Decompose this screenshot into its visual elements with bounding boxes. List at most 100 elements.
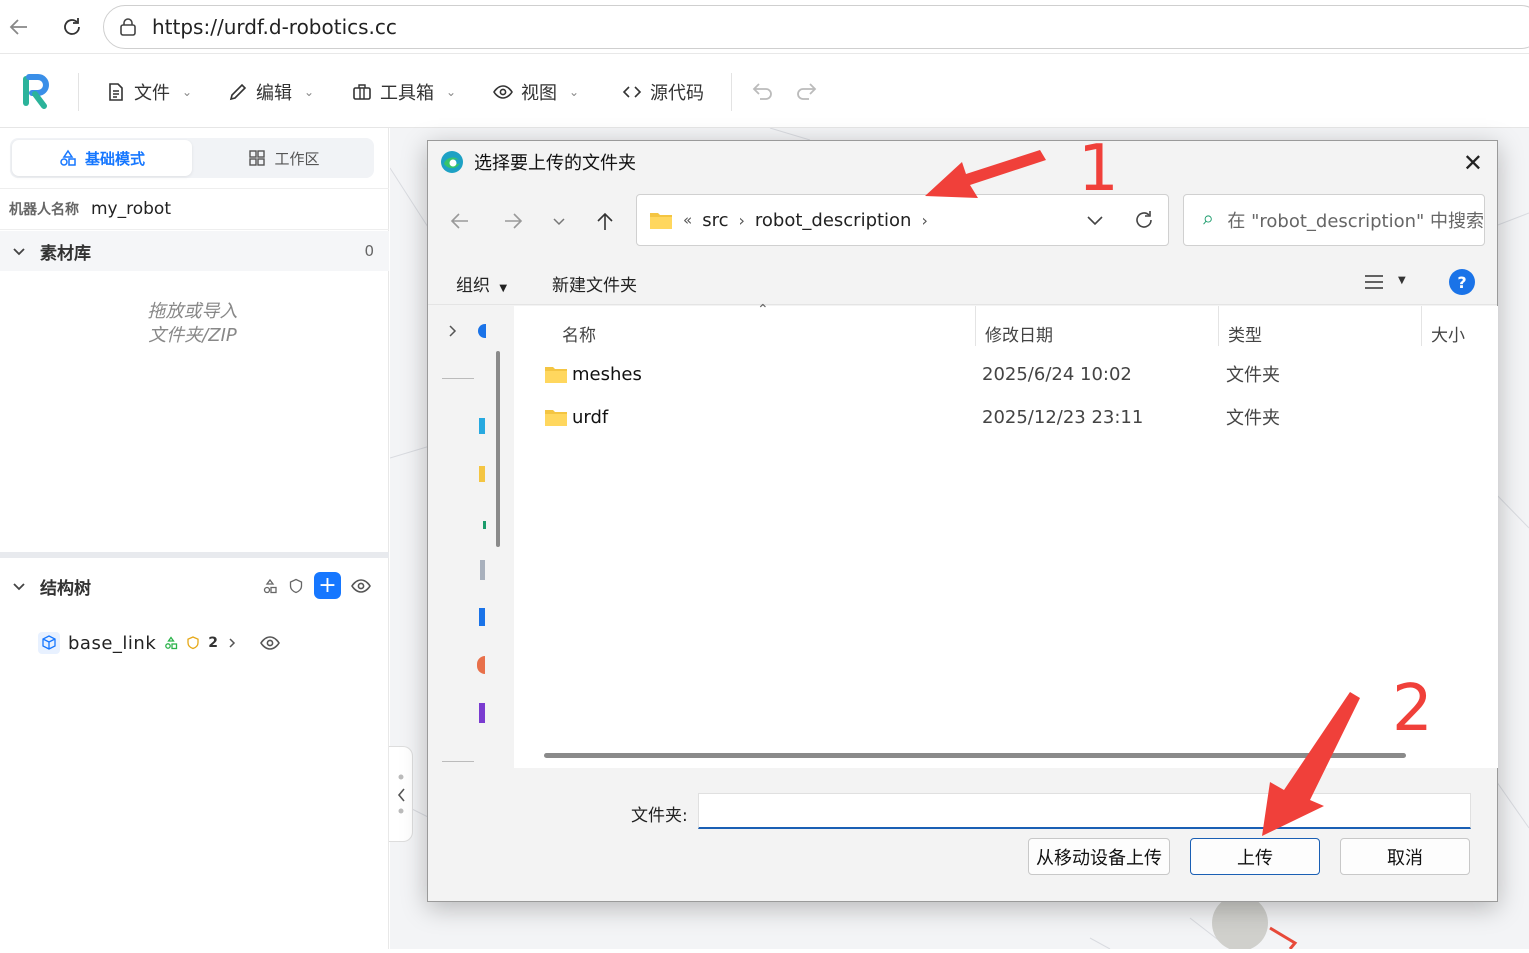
nav-item-icon[interactable]	[477, 656, 485, 674]
breadcrumb-overflow[interactable]: «	[683, 211, 692, 229]
nav-up-button[interactable]	[590, 207, 620, 235]
file-date: 2025/6/24 10:02	[982, 363, 1132, 385]
tree-item-label: base_link	[68, 632, 157, 654]
file-icon	[109, 83, 123, 101]
reload-button[interactable]	[57, 12, 87, 42]
chevron-left-icon	[397, 774, 405, 814]
library-drop-zone[interactable]: 拖放或导入 文件夹/ZIP	[0, 300, 385, 348]
nav-item-icon[interactable]	[480, 560, 485, 580]
folder-name-input[interactable]	[698, 793, 1471, 829]
help-icon[interactable]: ?	[1449, 269, 1475, 295]
file-row[interactable]: urdf 2025/12/23 23:11 文件夹	[544, 399, 1484, 435]
back-button[interactable]	[4, 12, 34, 42]
dialog-title-bar: 选择要上传的文件夹 ✕	[428, 141, 1497, 183]
cube-icon	[38, 632, 60, 654]
library-section-header[interactable]: 素材库 0	[0, 231, 389, 271]
chevron-down-icon: ⌄	[304, 85, 315, 99]
file-type: 文件夹	[1226, 365, 1280, 386]
breadcrumb-robot-description[interactable]: robot_description	[755, 210, 912, 231]
nav-item-icon[interactable]	[479, 608, 485, 626]
column-header-size[interactable]: 大小	[1431, 314, 1465, 352]
organize-label: 组织	[456, 276, 490, 296]
robot-name-value[interactable]: my_robot	[91, 199, 171, 219]
tab-basic-mode[interactable]: 基础模式	[12, 140, 192, 176]
column-header-date[interactable]: 修改日期	[985, 314, 1053, 352]
tab-workspace[interactable]: 工作区	[194, 140, 374, 176]
chevron-down-icon[interactable]	[1084, 209, 1106, 231]
chevron-down-icon: ⌄	[446, 85, 457, 99]
robot-name-row: 机器人名称 my_robot	[0, 188, 389, 230]
eye-icon[interactable]	[351, 576, 371, 596]
reload-icon	[64, 18, 80, 35]
redo-icon[interactable]	[794, 79, 820, 105]
organize-button[interactable]: 组织 ▼	[456, 271, 507, 296]
nav-item-icon[interactable]	[479, 466, 485, 482]
file-list-pane: ⌃ 名称 修改日期 类型 大小 meshes 2025/6/24 10:02 文…	[514, 302, 1498, 768]
chevron-right-icon[interactable]: ›	[738, 211, 744, 230]
menu-edit-label: 编辑	[256, 83, 292, 104]
breadcrumb-src[interactable]: src	[702, 210, 728, 231]
upload-from-mobile-button[interactable]: 从移动设备上传	[1028, 838, 1170, 875]
site-info-icon[interactable]	[118, 17, 138, 37]
column-header-type[interactable]: 类型	[1228, 314, 1262, 352]
shapes-icon[interactable]	[262, 578, 278, 594]
nav-history-button[interactable]	[544, 207, 574, 235]
column-type-label: 类型	[1228, 325, 1262, 346]
menu-source-label: 源代码	[650, 83, 704, 104]
nav-back-button[interactable]	[445, 207, 475, 235]
refresh-icon[interactable]	[1132, 208, 1156, 232]
file-date: 2025/12/23 23:11	[982, 406, 1144, 428]
upload-button[interactable]: 上传	[1190, 838, 1320, 875]
folder-picker-dialog: 选择要上传的文件夹 ✕ « src › robot_description › …	[427, 140, 1498, 902]
toolbox-icon	[353, 84, 371, 100]
file-row[interactable]: meshes 2025/6/24 10:02 文件夹	[544, 356, 1484, 392]
tree-item-base-link[interactable]: base_link 2	[38, 628, 280, 658]
chevron-down-icon	[553, 218, 565, 226]
add-link-button[interactable]: +	[314, 572, 341, 599]
file-list-hscrollbar[interactable]	[544, 753, 1406, 758]
chevron-right-icon[interactable]	[446, 324, 460, 338]
file-name: meshes	[572, 363, 642, 385]
new-folder-button[interactable]: 新建文件夹	[552, 271, 637, 296]
code-icon	[622, 86, 642, 98]
nav-pane-scrollbar[interactable]	[496, 351, 500, 547]
nav-divider	[442, 761, 474, 762]
menu-toolbox[interactable]: 工具箱 ⌄	[352, 77, 456, 107]
menu-file[interactable]: 文件 ⌄	[106, 77, 192, 107]
chevron-right-icon[interactable]: ›	[921, 211, 927, 230]
nav-item-icon[interactable]	[483, 521, 486, 529]
panel-splitter[interactable]	[0, 552, 389, 558]
column-separator[interactable]	[1218, 306, 1219, 346]
column-separator[interactable]	[1421, 306, 1422, 346]
view-list-icon[interactable]	[1364, 273, 1384, 291]
address-bar[interactable]: https://urdf.d-robotics.cc	[103, 5, 1529, 49]
menu-view[interactable]: 视图 ⌄	[493, 77, 579, 107]
undo-icon[interactable]	[749, 79, 775, 105]
dialog-search-input[interactable]: 在 "robot_description" 中搜索	[1183, 194, 1485, 246]
dialog-address-bar[interactable]: « src › robot_description ›	[636, 194, 1169, 246]
column-header-name[interactable]: 名称	[562, 314, 596, 352]
menu-source[interactable]: 源代码	[622, 77, 704, 107]
nav-item-icon[interactable]	[478, 324, 486, 338]
chevron-down-icon: ⌄	[569, 85, 580, 99]
chevron-right-icon[interactable]	[226, 637, 238, 649]
menu-edit[interactable]: 编辑 ⌄	[228, 77, 314, 107]
column-separator[interactable]	[975, 306, 976, 346]
cancel-button[interactable]: 取消	[1340, 838, 1470, 875]
eye-icon[interactable]	[260, 633, 280, 653]
file-name: urdf	[572, 406, 609, 428]
column-size-label: 大小	[1431, 325, 1465, 346]
search-placeholder: 在 "robot_description" 中搜索	[1227, 211, 1484, 232]
nav-item-icon[interactable]	[479, 703, 485, 723]
nav-item-icon[interactable]	[479, 418, 485, 434]
caret-down-icon[interactable]: ▼	[1398, 275, 1406, 286]
tree-section-header[interactable]: 结构树 +	[0, 566, 389, 606]
close-icon[interactable]: ✕	[1463, 149, 1483, 177]
app-logo-icon	[23, 74, 49, 109]
panel-collapse-handle[interactable]	[389, 746, 413, 842]
nav-divider	[442, 378, 474, 379]
edge-browser-icon	[441, 151, 463, 173]
shield-icon[interactable]	[288, 578, 304, 594]
shield-icon	[187, 636, 199, 650]
nav-forward-button[interactable]	[498, 207, 528, 235]
